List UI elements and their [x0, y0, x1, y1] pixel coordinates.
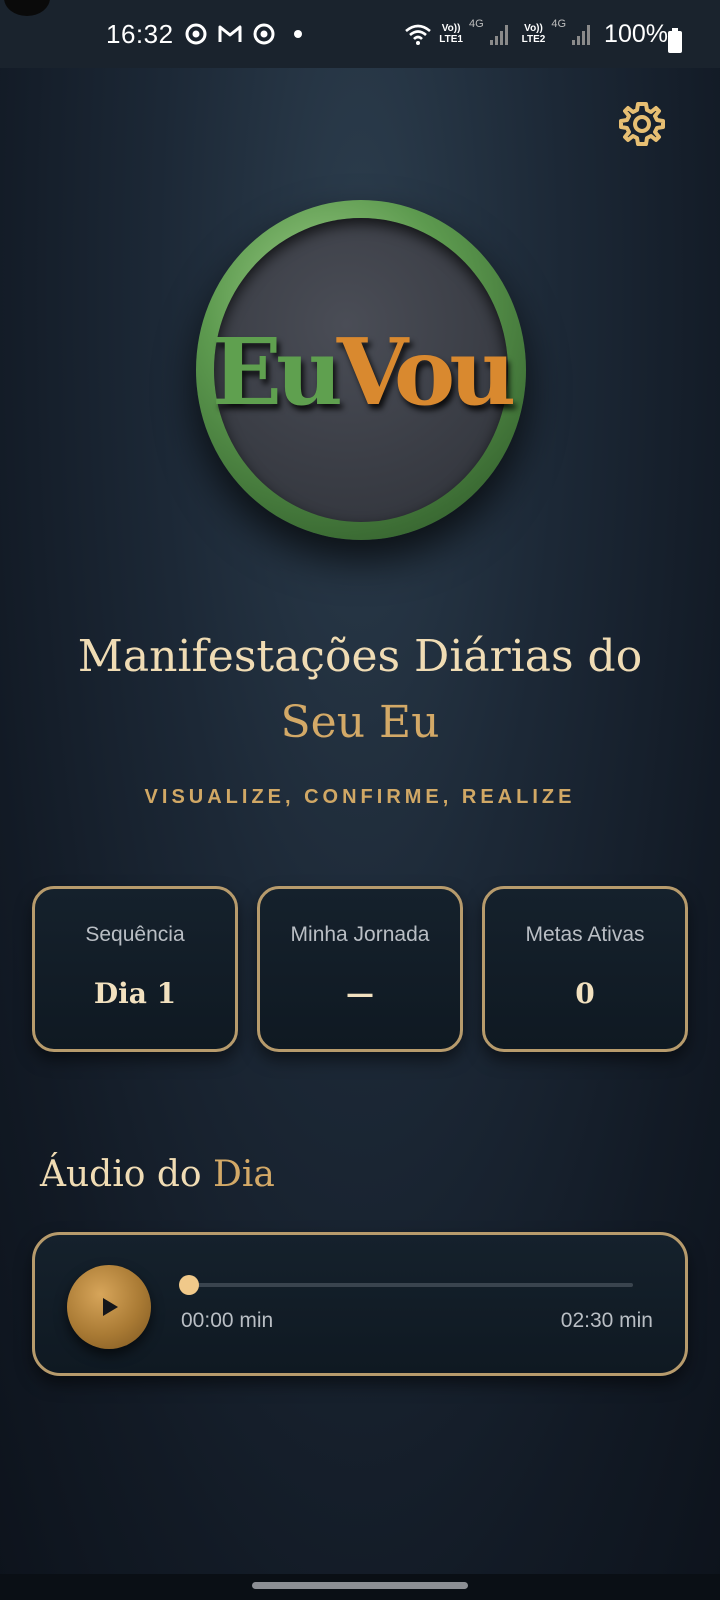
- sim2-signal-icon: [572, 23, 591, 45]
- logo-text-eu: Eu: [211, 318, 343, 426]
- home-gesture-handle[interactable]: [252, 1582, 468, 1589]
- sim1-signal-icon: [489, 23, 508, 45]
- audio-current-time: 00:00 min: [181, 1309, 274, 1332]
- tagline: VISUALIZE, CONFIRME, REALIZE: [144, 786, 576, 808]
- more-notifications-dot: [293, 30, 302, 38]
- audio-progress-thumb[interactable]: [179, 1275, 199, 1295]
- chrome-notification-icon-2: [252, 22, 276, 46]
- section-title-part2: Dia: [213, 1154, 275, 1195]
- stat-label: Sequência: [85, 923, 185, 946]
- stat-value: 0: [575, 977, 595, 1010]
- chrome-notification-icon: [184, 22, 208, 46]
- battery-percent: 100%: [604, 19, 668, 48]
- stat-card-sequencia[interactable]: Sequência Dia 1: [32, 886, 238, 1052]
- stat-card-metas-ativas[interactable]: Metas Ativas 0: [482, 886, 688, 1052]
- sim1-network-type: 4G: [468, 18, 484, 30]
- audio-duration: 02:30 min: [560, 1309, 653, 1332]
- section-title-audio: Áudio do Dia: [40, 1154, 275, 1195]
- stat-label: Metas Ativas: [525, 923, 645, 946]
- audio-player: 00:00 min 02:30 min: [32, 1232, 688, 1376]
- page-title: Manifestações Diárias do Seu Eu: [20, 624, 700, 756]
- section-title-part1: Áudio do: [40, 1154, 202, 1195]
- wifi-icon: [403, 22, 433, 46]
- play-button[interactable]: [67, 1265, 151, 1349]
- navigation-bar: [0, 1574, 720, 1600]
- page-title-line1: Manifestações Diárias do: [77, 631, 643, 682]
- camera-cutout: [4, 0, 50, 16]
- play-icon: [103, 1298, 118, 1316]
- app-logo: EuVou: [196, 200, 526, 540]
- stat-value: Dia 1: [93, 977, 177, 1010]
- sim2-network-type: 4G: [551, 18, 567, 30]
- stats-row: Sequência Dia 1 Minha Jornada — Metas At…: [32, 886, 688, 1052]
- gear-icon: [619, 102, 665, 146]
- audio-progress-slider[interactable]: [179, 1275, 633, 1295]
- sim2-indicator: Vo)) LTE2: [521, 23, 546, 45]
- stat-card-minha-jornada[interactable]: Minha Jornada —: [257, 886, 463, 1052]
- status-bar: 16:32 Vo)) LTE1 4G Vo)) LTE2 4G 100%: [0, 0, 720, 68]
- stat-value: —: [346, 977, 374, 1010]
- stat-label: Minha Jornada: [290, 923, 430, 946]
- battery-icon: [668, 28, 682, 53]
- status-time: 16:32: [106, 18, 174, 49]
- page-title-line2: Seu Eu: [280, 697, 440, 748]
- sim1-indicator: Vo)) LTE1: [439, 23, 463, 45]
- logo-text-vou: Vou: [336, 318, 516, 426]
- settings-button[interactable]: [618, 100, 666, 148]
- gmail-notification-icon: [218, 22, 242, 46]
